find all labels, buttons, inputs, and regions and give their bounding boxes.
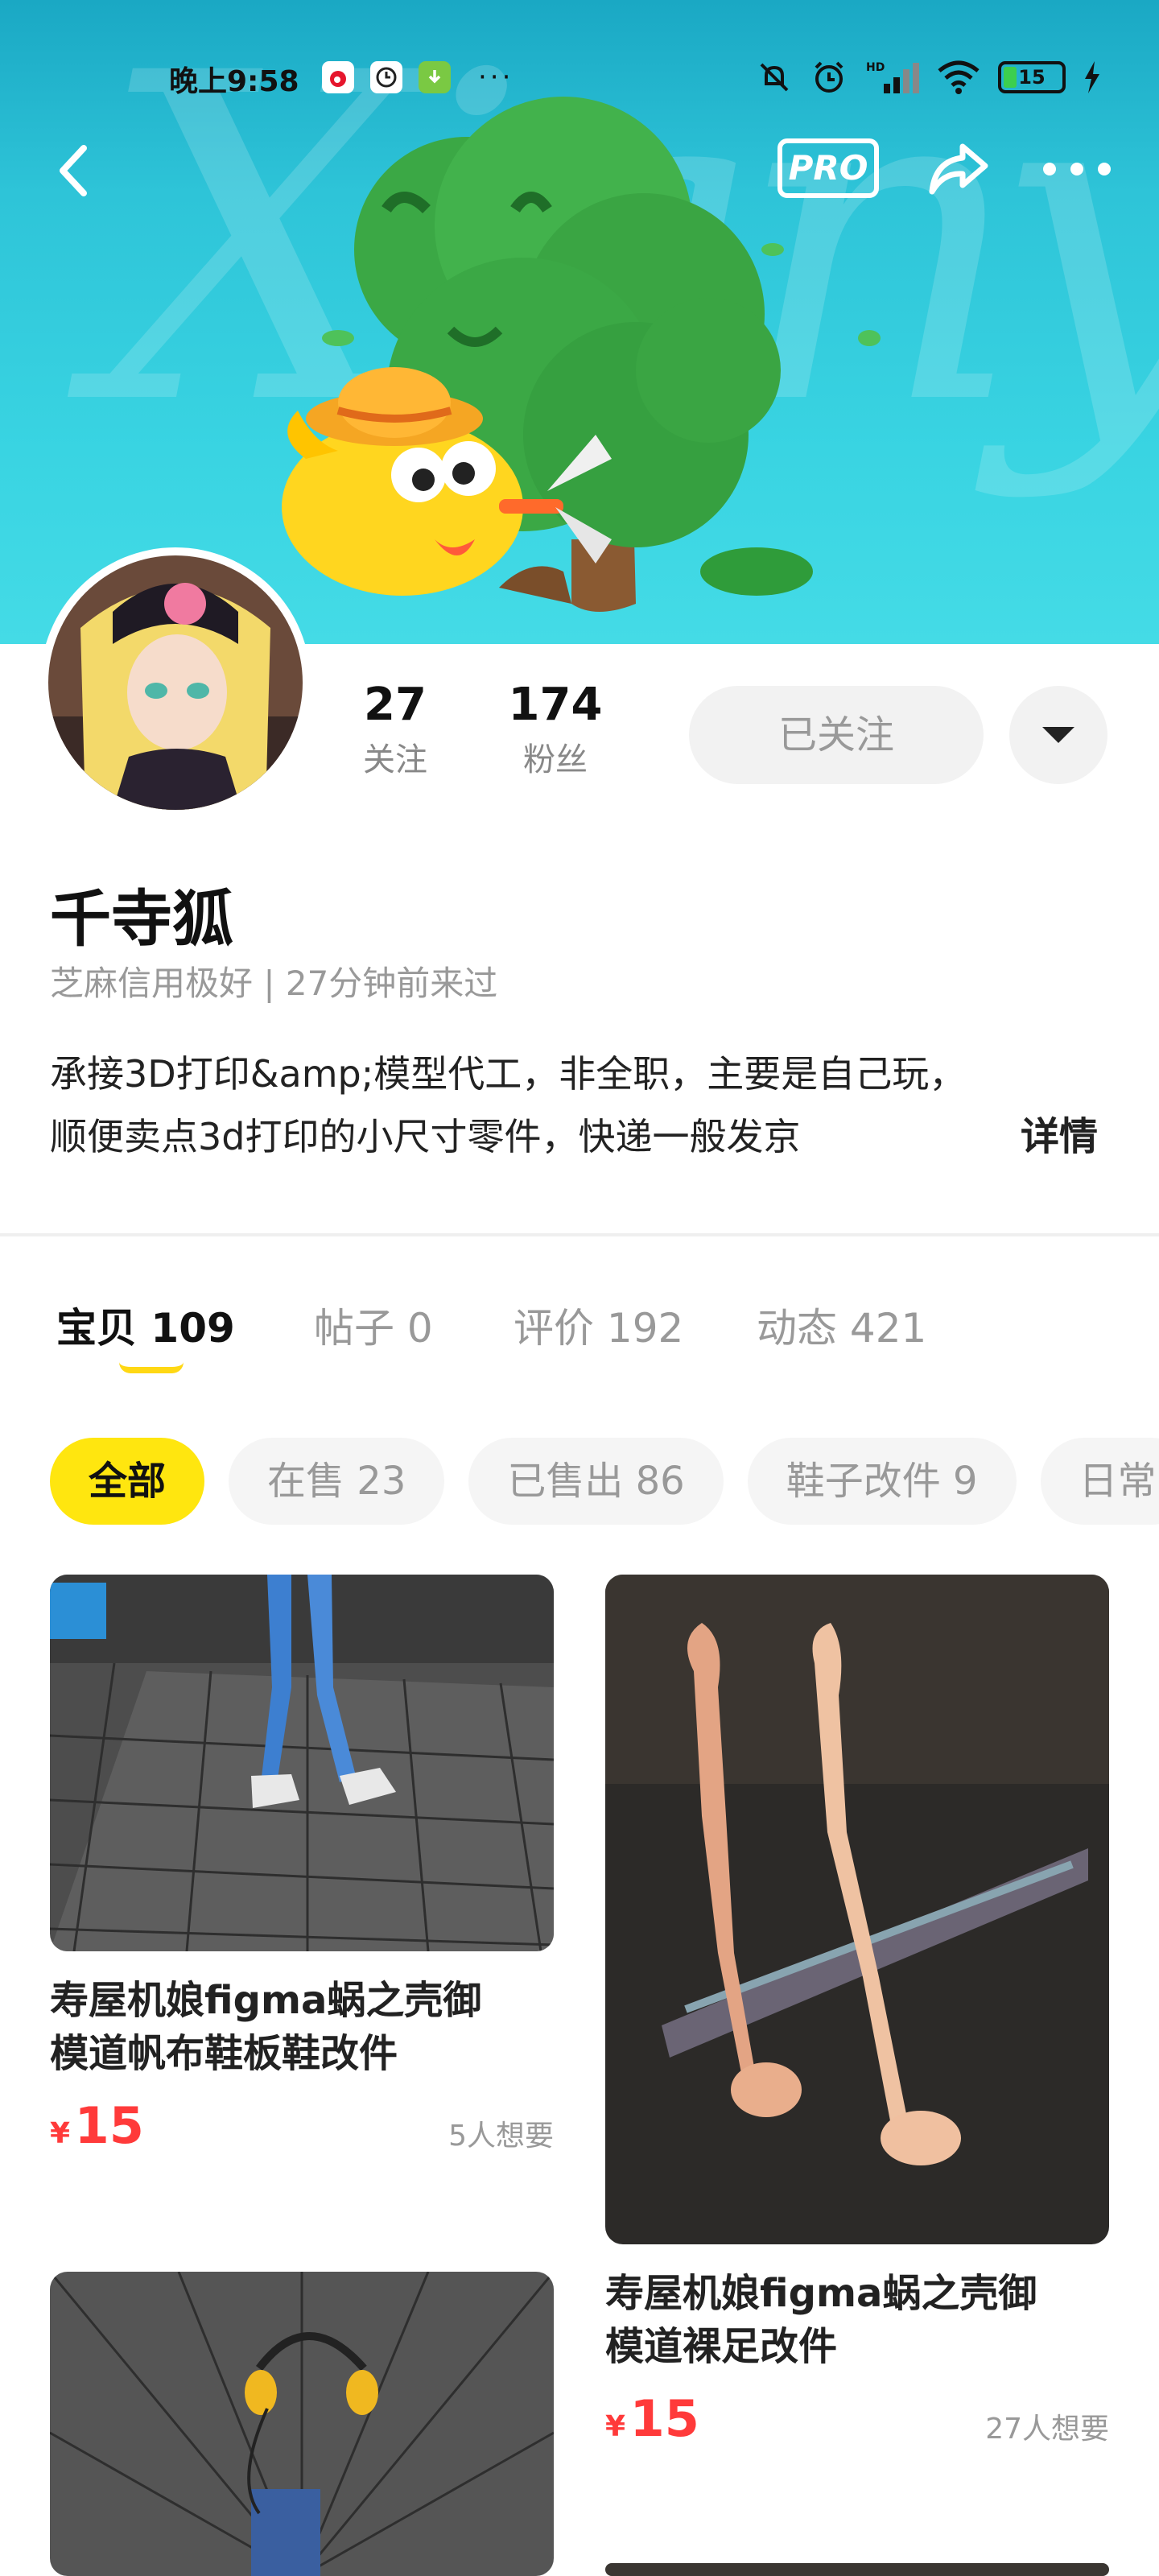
alarm-icon xyxy=(815,61,843,93)
charging-bolt-icon xyxy=(1085,61,1099,93)
dot xyxy=(1070,163,1083,175)
follow-dropdown-button[interactable] xyxy=(1009,686,1107,784)
bio-text: 承接3D打印&amp;模型代工，非全职，主要是自己玩， 顺便卖点3d打印的小尺寸… xyxy=(50,1042,1032,1168)
following-label: 关注 xyxy=(363,741,427,778)
price-amount: 15 xyxy=(74,2096,144,2155)
battery-level-text: 15 xyxy=(1018,66,1046,89)
tab-label: 帖子 xyxy=(314,1305,394,1352)
chip-daily[interactable]: 日常 xyxy=(1040,1438,1159,1525)
product-card[interactable] xyxy=(605,2563,1109,2576)
tab-count: 109 xyxy=(151,1305,235,1352)
status-more-dots: ··· xyxy=(478,61,514,93)
product-image xyxy=(48,2271,555,2576)
username: 千寺狐 xyxy=(50,883,233,955)
bio-details-link[interactable]: 详情 xyxy=(1021,1104,1098,1161)
wifi-icon xyxy=(938,60,980,94)
following-count: 27 xyxy=(364,679,427,731)
fans-count: 174 xyxy=(508,679,603,731)
product-title-line: 模道裸足改件 xyxy=(605,2324,838,2369)
status-time: 晚上9:58 xyxy=(169,65,299,98)
bio-line: 承接3D打印&amp;模型代工，非全职，主要是自己玩， xyxy=(50,1052,967,1096)
status-indicators: HD 15 xyxy=(757,58,1101,97)
pro-badge-button[interactable]: PRO xyxy=(777,138,879,198)
weibo-app-icon xyxy=(322,61,354,93)
tab-count: 192 xyxy=(606,1305,684,1352)
product-card[interactable] xyxy=(48,2271,555,2576)
tab-count: 421 xyxy=(849,1305,927,1352)
tab-activity[interactable]: 动态 421 xyxy=(757,1296,926,1354)
product-card[interactable]: 寿屋机娘figma蜗之壳御 模道裸足改件 ¥ 15 27人想要 xyxy=(605,1575,1109,2454)
dot xyxy=(1098,163,1111,175)
battery-icon: 15 xyxy=(998,61,1066,93)
battery-level-fill xyxy=(1004,67,1017,88)
tab-label: 动态 xyxy=(757,1305,837,1352)
product-title-line: 寿屋机娘figma蜗之壳御 xyxy=(605,2271,1037,2316)
top-navigation: PRO xyxy=(0,121,1159,217)
tab-posts[interactable]: 帖子 0 xyxy=(314,1296,433,1354)
tab-reviews[interactable]: 评价 192 xyxy=(514,1296,683,1354)
mute-icon xyxy=(760,63,789,92)
tab-label: 宝贝 xyxy=(56,1305,137,1352)
product-title: 寿屋机娘figma蜗之壳御 模道帆布鞋板鞋改件 xyxy=(50,1974,554,2080)
price-amount: 15 xyxy=(629,2389,699,2448)
avatar[interactable] xyxy=(40,547,311,818)
chip-shoe-parts[interactable]: 鞋子改件 9 xyxy=(747,1438,1017,1525)
follow-button[interactable]: 已关注 xyxy=(689,686,984,784)
dot xyxy=(1043,163,1056,175)
more-options-button[interactable] xyxy=(1043,145,1111,193)
chip-all[interactable]: 全部 xyxy=(50,1438,205,1525)
product-price: ¥ 15 xyxy=(50,2096,144,2155)
product-card[interactable]: 寿屋机娘figma蜗之壳御 模道帆布鞋板鞋改件 ¥ 15 5人想要 xyxy=(49,1575,555,2161)
svg-text:HD: HD xyxy=(866,61,885,74)
credit-and-last-seen: 芝麻信用极好 | 27分钟前来过 xyxy=(50,964,498,1003)
avatar-image xyxy=(48,555,303,810)
product-image xyxy=(605,2563,1109,2576)
signal-icon: HD xyxy=(866,61,919,93)
caret-down-icon xyxy=(1042,727,1074,743)
download-app-icon xyxy=(419,61,451,93)
filter-chips: 全部 在售 23 已售出 86 鞋子改件 9 日常 xyxy=(50,1438,1159,1525)
tab-items[interactable]: 宝贝 109 xyxy=(56,1296,235,1354)
bio-line: 顺便卖点3d打印的小尺寸零件，快递一般发京 xyxy=(50,1115,801,1158)
chip-sold[interactable]: 已售出 86 xyxy=(468,1438,724,1525)
tab-label: 评价 xyxy=(514,1305,594,1352)
product-title: 寿屋机娘figma蜗之壳御 模道裸足改件 xyxy=(605,2267,1109,2373)
active-tab-indicator xyxy=(119,1362,184,1373)
wants-count: 5人想要 xyxy=(448,2120,554,2153)
section-divider xyxy=(0,1233,1159,1236)
back-arrow-icon[interactable] xyxy=(50,138,98,203)
tab-count: 0 xyxy=(406,1305,433,1352)
product-price: ¥ 15 xyxy=(605,2389,699,2448)
product-price-row: ¥ 15 27人想要 xyxy=(605,2389,1109,2454)
fans-label: 粉丝 xyxy=(523,741,588,778)
product-image xyxy=(605,1575,1109,2244)
content-tabs: 宝贝 109 帖子 0 评价 192 动态 421 xyxy=(0,1296,1159,1360)
fans-stat[interactable]: 174 粉丝 xyxy=(507,680,604,780)
product-title-line: 模道帆布鞋板鞋改件 xyxy=(50,2031,398,2076)
status-app-icons: ··· xyxy=(322,61,514,93)
product-image xyxy=(49,1575,555,1952)
currency-symbol: ¥ xyxy=(50,2117,71,2150)
clock-app-icon xyxy=(370,61,402,93)
currency-symbol: ¥ xyxy=(605,2410,626,2443)
chip-on-sale[interactable]: 在售 23 xyxy=(229,1438,445,1525)
following-stat[interactable]: 27 关注 xyxy=(351,680,439,780)
product-price-row: ¥ 15 5人想要 xyxy=(50,2096,554,2161)
wants-count: 27人想要 xyxy=(985,2413,1109,2446)
share-icon[interactable] xyxy=(924,135,992,203)
product-title-line: 寿屋机娘figma蜗之壳御 xyxy=(50,1978,482,2023)
